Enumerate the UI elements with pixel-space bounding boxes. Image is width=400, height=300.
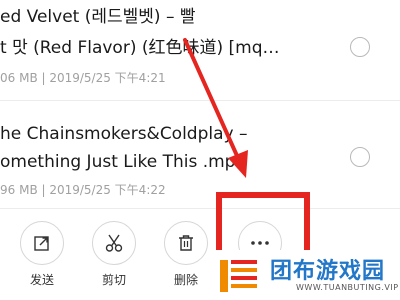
send-label: 发送 [29,273,54,287]
watermark: 团布游戏园 WWW.TUANBUTING.VIP [212,250,400,300]
watermark-logo-icon [220,260,257,292]
file-name-line: t 맛 (Red Flavor) (红色味道) [mq… [0,38,280,58]
file-list-item[interactable]: he Chainsmokers&Coldplay – omething Just… [0,100,400,208]
file-name-line: he Chainsmokers&Coldplay – [0,124,248,144]
trash-icon [164,221,208,265]
share-icon [20,221,64,265]
file-meta: 96 MB | 2019/5/25 下午4:22 [0,183,166,197]
watermark-title: 团布游戏园 [270,259,386,284]
watermark-subtitle: WWW.TUANBUTING.VIP [296,283,399,292]
cut-label: 剪切 [101,273,126,287]
file-name-line: ed Velvet (레드벨벳) – 빨 [0,7,196,27]
file-manager-screen: ed Velvet (레드벨벳) – 빨 t 맛 (Red Flavor) (红… [0,0,400,300]
file-list-item[interactable]: ed Velvet (레드벨벳) – 빨 t 맛 (Red Flavor) (红… [0,0,400,100]
select-radio[interactable] [350,37,370,57]
file-meta: 06 MB | 2019/5/25 下午4:21 [0,71,166,85]
file-name-line: omething Just Like This .mp3 [0,152,247,172]
delete-button[interactable]: 删除 [158,221,214,293]
delete-label: 删除 [173,273,198,287]
cut-button[interactable]: 剪切 [86,221,142,293]
scissors-icon [92,221,136,265]
send-button[interactable]: 发送 [14,221,70,293]
select-radio[interactable] [350,147,370,167]
